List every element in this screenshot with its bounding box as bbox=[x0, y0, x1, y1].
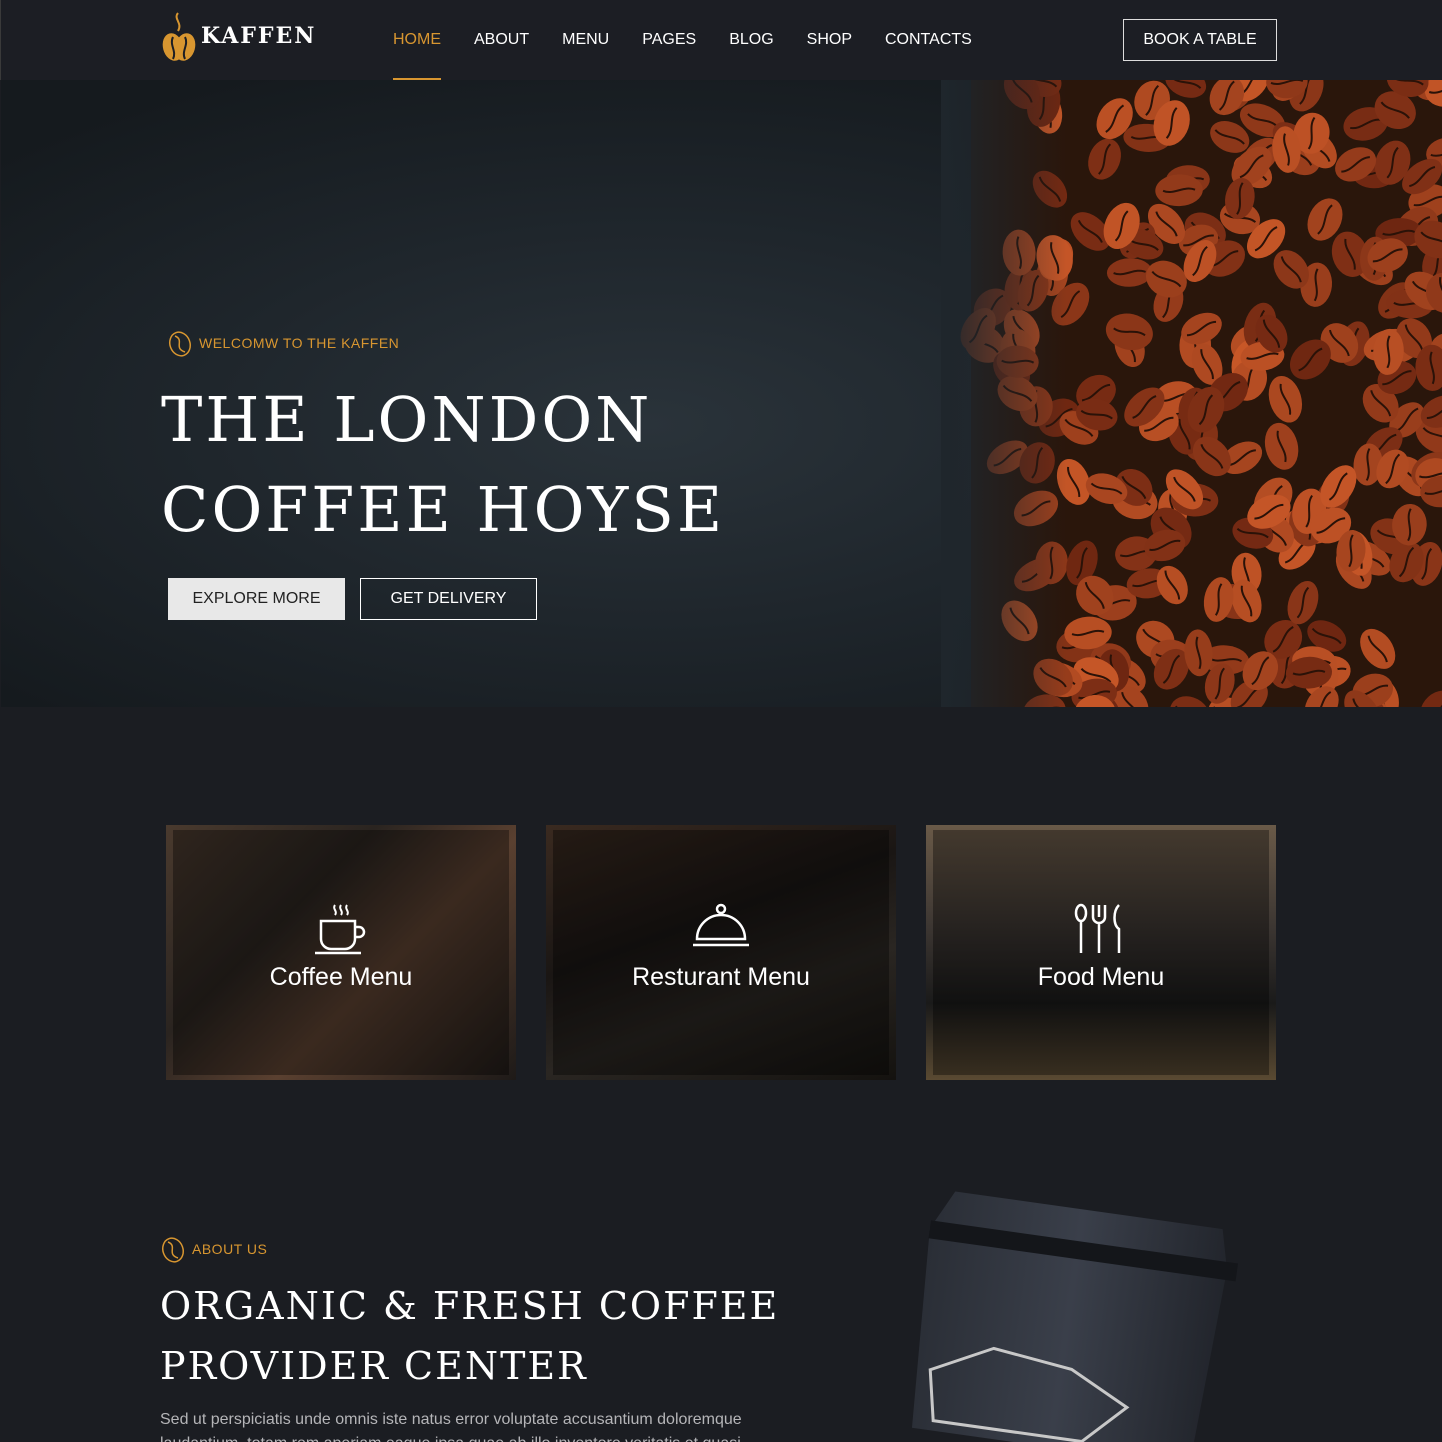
card-label: Food Menu bbox=[1037, 963, 1165, 991]
about-tag-text: ABOUT US bbox=[192, 1241, 268, 1257]
about-tag: ABOUT US bbox=[160, 1234, 267, 1264]
card-coffee-menu[interactable]: Coffee Menu bbox=[166, 825, 516, 1080]
nav-about[interactable]: ABOUT bbox=[474, 0, 529, 80]
hero-welcome-text: WELCOMW TO THE KAFFEN bbox=[199, 335, 400, 351]
about-title: Organic & Fresh Coffee Provider Center bbox=[160, 1276, 800, 1396]
about-paragraph: Sed ut perspiciatis unde omnis iste natu… bbox=[160, 1411, 742, 1442]
about-title-line2: Provider Center bbox=[160, 1344, 588, 1388]
hero-title: The London Coffee Hoyse bbox=[161, 375, 801, 555]
site-header: KAFFEN HOME ABOUT MENU PAGES BLOG SHOP C… bbox=[0, 0, 1442, 80]
hero-title-line1: The London bbox=[161, 383, 653, 456]
card-label: Resturant Menu bbox=[632, 963, 810, 991]
main-nav: HOME ABOUT MENU PAGES BLOG SHOP CONTACTS bbox=[393, 0, 1005, 80]
coffee-bag-image bbox=[911, 1191, 1239, 1442]
coffee-bean-icon bbox=[168, 331, 192, 357]
nav-pages[interactable]: PAGES bbox=[642, 0, 696, 80]
coffee-bean-icon bbox=[161, 1237, 185, 1263]
explore-more-button[interactable]: EXPLORE MORE bbox=[168, 578, 345, 620]
hero-title-line2: Coffee Hoyse bbox=[161, 473, 726, 546]
nav-blog[interactable]: BLOG bbox=[729, 0, 773, 80]
card-food-menu[interactable]: Food Menu bbox=[926, 825, 1276, 1080]
brand-name: KAFFEN bbox=[201, 23, 317, 49]
nav-shop[interactable]: SHOP bbox=[807, 0, 852, 80]
card-restaurant-menu[interactable]: Resturant Menu bbox=[546, 825, 896, 1080]
hero-welcome-tag: WELCOMW TO THE KAFFEN bbox=[167, 328, 399, 358]
coffee-beans-image bbox=[941, 80, 1442, 707]
get-delivery-button[interactable]: GET DELIVERY bbox=[360, 578, 537, 620]
card-label: Coffee Menu bbox=[269, 963, 413, 991]
nav-home[interactable]: HOME bbox=[393, 0, 441, 80]
coffee-cup-icon bbox=[315, 904, 366, 955]
coffee-bean-logo-icon bbox=[162, 12, 196, 61]
about-title-line1: Organic & Fresh Coffee bbox=[160, 1284, 780, 1328]
cutlery-icon bbox=[1074, 903, 1121, 953]
book-table-button[interactable]: BOOK A TABLE bbox=[1123, 19, 1277, 61]
nav-contacts[interactable]: CONTACTS bbox=[885, 0, 972, 80]
nav-menu[interactable]: MENU bbox=[562, 0, 609, 80]
card-overlay bbox=[553, 830, 889, 1075]
food-cloche-icon bbox=[693, 903, 749, 947]
brand-logo[interactable]: KAFFEN bbox=[161, 8, 316, 64]
hero-section: WELCOMW TO THE KAFFEN The London Coffee … bbox=[1, 80, 1442, 707]
